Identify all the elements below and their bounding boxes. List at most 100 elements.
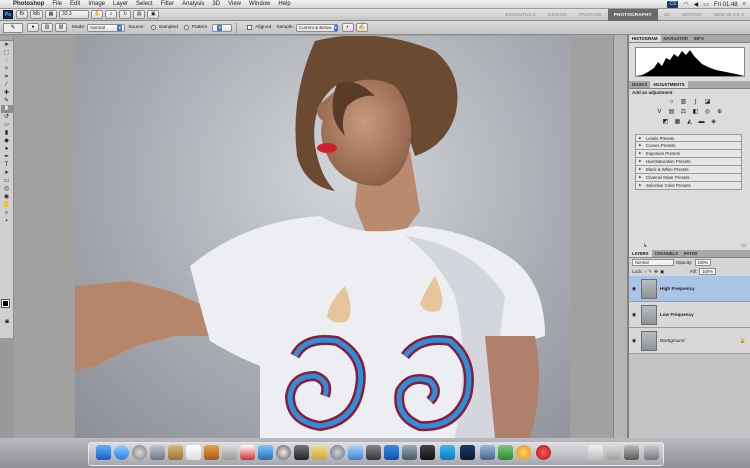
zoom-tool-icon[interactable]: ⌕ (1, 209, 13, 217)
workspace-essentials[interactable]: ESSENTIALS (500, 9, 542, 21)
preset-channel-mixer[interactable]: Channel Mixer Presets (635, 174, 742, 182)
pressure-button[interactable]: ✍ (355, 23, 369, 32)
zoom-select[interactable]: 33.3 (58, 10, 89, 19)
workspace-painting[interactable]: PAINTING (573, 9, 608, 21)
time-machine-icon[interactable] (276, 445, 291, 460)
toggle-brush-panel-button[interactable]: ▥ (41, 23, 53, 32)
cs-badge-icon[interactable]: CS (667, 1, 679, 8)
arrange-documents-button[interactable]: ▤ (133, 10, 146, 19)
threshold-icon[interactable]: ◭ (686, 119, 694, 126)
dodge-tool-icon[interactable]: ● (1, 145, 13, 153)
tab-paths[interactable]: PATHS (681, 250, 701, 257)
preset-black-white[interactable]: Black & White Presets (635, 166, 742, 174)
contacts-icon[interactable] (168, 445, 183, 460)
preset-hue-saturation[interactable]: Hue/Saturation Presets (635, 158, 742, 166)
quick-select-tool-icon[interactable]: ✧ (1, 65, 13, 73)
eye-icon[interactable]: ◉ (629, 312, 639, 318)
migration-icon[interactable] (348, 445, 363, 460)
workspace-design[interactable]: DESIGN (542, 9, 573, 21)
messages-icon[interactable] (498, 445, 513, 460)
lock-all-icon[interactable]: ▣ (660, 269, 664, 275)
downloads-stack-icon[interactable] (606, 445, 621, 460)
rotate-view-button[interactable]: ↻ (119, 10, 132, 19)
brush-preset-button[interactable]: ● (27, 23, 39, 32)
blur-tool-icon[interactable]: ◆ (1, 137, 13, 145)
foreground-color-swatch[interactable] (1, 299, 10, 308)
preset-curves[interactable]: Curves Presets (635, 142, 742, 150)
layer-row-low-frequency[interactable]: ◉ Low Frequency (629, 302, 750, 328)
lock-position-icon[interactable]: ✥ (654, 269, 658, 275)
utility-icon[interactable] (402, 445, 417, 460)
terminal-icon[interactable] (294, 445, 309, 460)
spotlight-icon[interactable]: ⌕ (743, 1, 746, 8)
tab-navigator[interactable]: NAVIGATOR (661, 35, 691, 42)
pattern-radio[interactable] (183, 25, 189, 30)
menu-app-name[interactable]: Photoshop (9, 0, 48, 9)
menu-layer[interactable]: Layer (109, 0, 132, 9)
tool-preset-picker[interactable]: ✎ (3, 22, 23, 33)
menu-help[interactable]: Help (274, 0, 294, 9)
preview-icon[interactable] (222, 445, 237, 460)
brightness-contrast-icon[interactable]: ☼ (668, 99, 676, 106)
mini-bridge-button[interactable]: Mb (30, 10, 43, 19)
vibrance-icon[interactable]: V (656, 109, 664, 116)
type-tool-icon[interactable]: T (1, 161, 13, 169)
healing-tool-icon[interactable]: ✚ (1, 89, 13, 97)
pen-tool-icon[interactable]: ✒ (1, 153, 13, 161)
tab-layers[interactable]: LAYERS (629, 250, 652, 257)
menu-window[interactable]: Window (245, 0, 274, 9)
trash-icon[interactable] (644, 445, 659, 460)
channel-mixer-icon[interactable]: ⊕ (716, 109, 724, 116)
clone-stamp-tool-icon[interactable]: ♜ (0, 105, 13, 113)
hand-tool-icon[interactable]: ✋ (1, 201, 13, 209)
menu-select[interactable]: Select (132, 0, 157, 9)
opacity-field[interactable]: 100% (694, 259, 712, 266)
path-select-tool-icon[interactable]: ➤ (1, 169, 13, 177)
quick-mask-icon[interactable]: ◙ (1, 318, 13, 326)
fill-field[interactable]: 100% (699, 268, 716, 275)
bridge-button[interactable]: Br (16, 10, 28, 19)
menu-filter[interactable]: Filter (157, 0, 178, 9)
photoshop-icon[interactable] (460, 445, 475, 460)
black-white-icon[interactable]: ◧ (692, 109, 700, 116)
menu-image[interactable]: Image (84, 0, 109, 9)
tab-adjustments[interactable]: ADJUSTMENTS (650, 81, 688, 88)
sample-select[interactable]: Current & Below ▼ (295, 23, 338, 32)
aligned-checkbox[interactable] (247, 25, 253, 30)
skype-icon[interactable] (440, 445, 455, 460)
adjustment-clip-icon[interactable]: ↳ (643, 243, 647, 249)
photo-stack-icon[interactable] (624, 445, 639, 460)
preset-exposure[interactable]: Exposure Presets (635, 150, 742, 158)
lasso-tool-icon[interactable]: ◌ (1, 57, 13, 65)
menu-3d[interactable]: 3D (208, 0, 224, 9)
workspace-3d[interactable]: 3D (658, 9, 676, 21)
mode-select[interactable]: Normal ▼ (87, 23, 126, 32)
crop-tool-icon[interactable]: ⌗ (1, 73, 13, 81)
sampled-radio[interactable] (150, 25, 156, 30)
layer-row-high-frequency[interactable]: ◉ High Frequency (629, 276, 750, 302)
finder-icon[interactable] (96, 445, 111, 460)
zoom-tool-button[interactable]: ⌕ (105, 10, 118, 19)
app-store-icon[interactable] (114, 445, 129, 460)
system-prefs-icon[interactable] (330, 445, 345, 460)
preset-levels[interactable]: Levels Presets (635, 134, 742, 142)
documents-stack-icon[interactable] (588, 445, 603, 460)
selective-color-icon[interactable]: ◈ (710, 119, 718, 126)
ignore-adjustment-layers-button[interactable]: ◐ (341, 23, 354, 32)
gradient-map-icon[interactable]: ▬ (698, 119, 706, 126)
photo-filter-icon[interactable]: ◎ (704, 109, 712, 116)
activity-monitor-icon[interactable] (366, 445, 381, 460)
eye-icon[interactable]: ◉ (629, 286, 639, 292)
pattern-picker[interactable]: ▼ (212, 23, 233, 32)
preset-selective-color[interactable]: Selective Color Presets (635, 182, 742, 190)
history-brush-tool-icon[interactable]: ↺ (1, 113, 13, 121)
workspace-motion[interactable]: MOTION (676, 9, 708, 21)
eyedropper-tool-icon[interactable]: ⁄ (1, 81, 13, 89)
calendar-icon[interactable] (186, 445, 201, 460)
ical-icon[interactable] (240, 445, 255, 460)
exposure-icon[interactable]: ◪ (704, 99, 712, 106)
lock-transparent-icon[interactable]: ▫ (645, 269, 647, 274)
wifi-icon[interactable]: ◠ (683, 1, 688, 8)
eraser-tool-icon[interactable]: ▱ (1, 121, 13, 129)
menu-analysis[interactable]: Analysis (178, 0, 208, 9)
